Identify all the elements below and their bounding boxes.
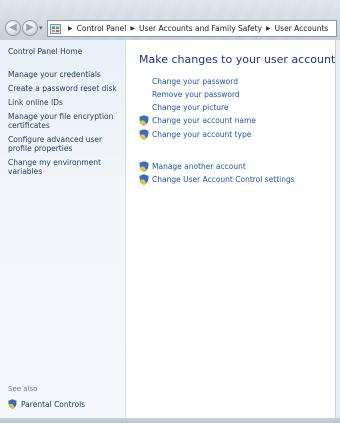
breadcrumb-separator-icon: ▶ (266, 25, 271, 32)
breadcrumb-control-panel[interactable]: Control Panel (77, 24, 127, 33)
control-panel-icon (50, 23, 61, 34)
forward-arrow-icon: ▶ (26, 22, 34, 33)
parental-controls-link[interactable]: Parental Controls (8, 399, 85, 409)
manage-another-account-link[interactable]: Manage another account (152, 162, 246, 171)
breadcrumb-user-accounts-family-safety[interactable]: User Accounts and Family Safety (139, 24, 262, 33)
breadcrumb-separator-icon: ▶ (130, 25, 135, 32)
parental-controls-label: Parental Controls (21, 399, 86, 409)
password-reset-disk-link[interactable]: Create a password reset disk (8, 84, 122, 93)
uac-shield-icon (139, 174, 149, 185)
uac-shield-icon (8, 399, 17, 409)
control-panel-home-link[interactable]: Control Panel Home (8, 47, 122, 56)
remove-password-link[interactable]: Remove your password (152, 90, 240, 99)
back-button[interactable]: ◀ (5, 20, 21, 36)
user-accounts-window: ◀ ▶ ▾ ▶ Control Panel ▶ User Accounts an… (0, 0, 340, 423)
change-account-name-link[interactable]: Change your account name (152, 116, 256, 125)
window-right-frame (335, 40, 340, 418)
breadcrumb-separator-icon: ▶ (68, 25, 73, 32)
link-online-ids-link[interactable]: Link online IDs (8, 98, 122, 107)
breadcrumb-user-accounts[interactable]: User Accounts (275, 24, 329, 33)
change-picture-link[interactable]: Change your picture (152, 103, 229, 112)
change-account-type-link[interactable]: Change your account type (152, 130, 251, 139)
forward-button[interactable]: ▶ (22, 20, 38, 36)
uac-shield-icon (139, 115, 149, 126)
uac-shield-icon (139, 129, 149, 140)
page-title: Make changes to your user account (139, 53, 336, 66)
uac-settings-link[interactable]: Change User Account Control settings (152, 175, 295, 184)
change-password-link[interactable]: Change your password (152, 77, 238, 86)
advanced-profile-properties-link[interactable]: Configure advanced user profile properti… (8, 135, 122, 153)
window-top-frame: ◀ ▶ ▾ ▶ Control Panel ▶ User Accounts an… (0, 0, 340, 40)
address-bar[interactable]: ▶ Control Panel ▶ User Accounts and Fami… (47, 20, 337, 37)
see-also-heading: See also (8, 385, 38, 393)
sidebar: Control Panel Home Manage your credentia… (0, 40, 126, 418)
environment-variables-link[interactable]: Change my environment variables (8, 158, 122, 176)
back-arrow-icon: ◀ (9, 22, 17, 33)
chevron-down-icon: ▾ (39, 24, 43, 32)
manage-credentials-link[interactable]: Manage your credentials (8, 70, 122, 79)
window-bottom-frame (0, 418, 340, 423)
recent-pages-dropdown[interactable]: ▾ (39, 24, 45, 32)
uac-shield-icon (139, 161, 149, 172)
file-encryption-certificates-link[interactable]: Manage your file encryption certificates (8, 112, 122, 130)
